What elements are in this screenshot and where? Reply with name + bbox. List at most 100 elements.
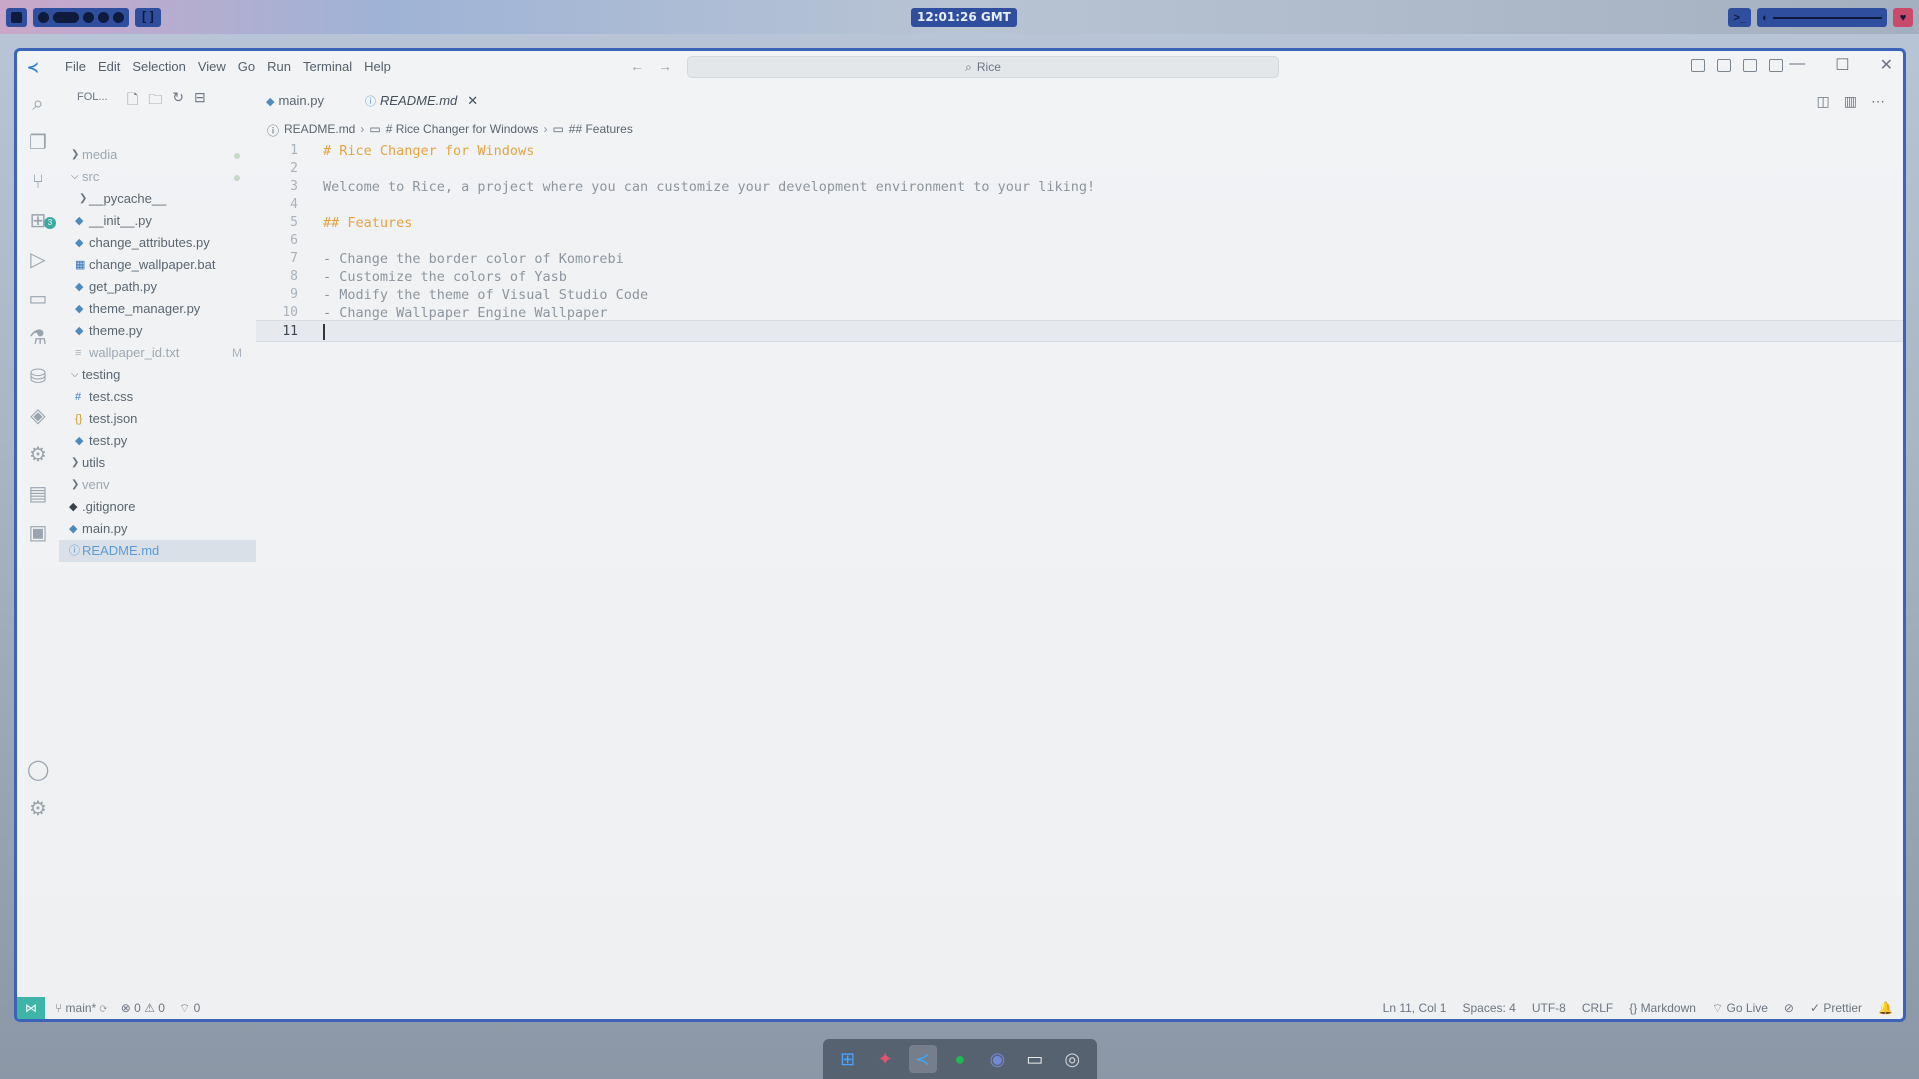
go-live-button[interactable]: ⌔ Go Live xyxy=(1712,997,1768,1019)
tree-item-init-py[interactable]: ◆ __init__.py xyxy=(59,210,256,232)
warning-icon: ⚠ xyxy=(144,1001,159,1015)
tab-main-py[interactable]: ◆ main.py xyxy=(266,83,324,118)
windows-start-icon[interactable]: ⊞ xyxy=(834,1045,862,1073)
search-icon[interactable]: ⌕ xyxy=(27,93,49,115)
workspace-dot-1[interactable] xyxy=(38,12,49,23)
menu-view[interactable]: View xyxy=(192,59,232,74)
workspace-dot-4[interactable] xyxy=(98,12,109,23)
cursor-position[interactable]: Ln 11, Col 1 xyxy=(1383,997,1447,1019)
ports-indicator[interactable]: ⌔ 0 xyxy=(179,997,200,1019)
heart-icon: ♥ xyxy=(1899,11,1907,24)
testing-icon[interactable]: ⚗ xyxy=(27,327,49,349)
minimize-icon[interactable]: — xyxy=(1789,55,1805,75)
menu-run[interactable]: Run xyxy=(261,59,297,74)
tree-item-main-py[interactable]: ◆ main.py xyxy=(59,518,256,540)
tree-item-test-py[interactable]: ◆ test.py xyxy=(59,430,256,452)
line-ending[interactable]: CRLF xyxy=(1582,997,1613,1019)
close-tab-icon[interactable]: ✕ xyxy=(467,93,478,108)
branch-indicator[interactable]: ⑂ main* ⟳ xyxy=(55,997,107,1019)
indentation[interactable]: Spaces: 4 xyxy=(1462,997,1515,1019)
book-icon[interactable]: ▤ xyxy=(27,483,49,505)
more-actions-icon[interactable]: ⋯ xyxy=(1871,93,1885,110)
tree-item-change-attributes[interactable]: ◆ change_attributes.py xyxy=(59,232,256,254)
code-editor[interactable]: 1 # Rice Changer for Windows 2 3 Welcome t… xyxy=(256,140,1903,997)
vscode-taskbar-icon[interactable]: ≺ xyxy=(908,1045,937,1073)
menu-go[interactable]: Go xyxy=(232,59,261,74)
toggle-primary-sidebar-icon[interactable] xyxy=(1691,59,1705,72)
tree-item-readme[interactable]: ⓘ README.md xyxy=(59,540,256,562)
tree-item-theme-py[interactable]: ◆ theme.py xyxy=(59,320,256,342)
run-debug-icon[interactable]: ▷ xyxy=(27,249,49,271)
menu-selection[interactable]: Selection xyxy=(126,59,191,74)
tab-readme[interactable]: ⓘ README.md ✕ xyxy=(365,83,478,118)
chat-icon[interactable]: ▣ xyxy=(27,522,49,544)
back-arrow-icon[interactable]: ← xyxy=(630,58,644,74)
explorer-icon[interactable]: ❐ xyxy=(27,132,49,154)
tree-item-pycache[interactable]: ❯ __pycache__ xyxy=(59,188,256,210)
tree-item-theme-manager[interactable]: ◆ theme_manager.py xyxy=(59,298,256,320)
wallpaper-engine-icon[interactable]: ✦ xyxy=(871,1045,899,1073)
tree-item-media[interactable]: ❯ media xyxy=(59,144,256,166)
terminal-widget[interactable]: >_ xyxy=(1728,8,1751,27)
tree-item-test-json[interactable]: {} test.json xyxy=(59,408,256,430)
toggle-secondary-sidebar-icon[interactable] xyxy=(1743,59,1757,72)
prettier-button[interactable]: ✓ Prettier xyxy=(1810,997,1862,1019)
power-widget[interactable]: ♥ xyxy=(1893,8,1913,27)
clock[interactable]: 12:01:26 GMT xyxy=(911,8,1017,27)
tree-item-get-path[interactable]: ◆ get_path.py xyxy=(59,276,256,298)
tree-item-test-css[interactable]: # test.css xyxy=(59,386,256,408)
media-widget[interactable]: ◐ xyxy=(1757,8,1887,27)
language-mode[interactable]: {} Markdown xyxy=(1629,997,1696,1019)
docker-icon[interactable]: ⚙ xyxy=(27,444,49,466)
database-icon[interactable]: ⛁ xyxy=(27,366,49,388)
gear-icon[interactable]: ⚙ xyxy=(27,798,49,820)
tree-item-wallpaper-id[interactable]: ≡ wallpaper_id.txt M xyxy=(59,342,256,364)
forward-arrow-icon[interactable]: → xyxy=(658,58,672,74)
account-icon[interactable]: ◯ xyxy=(27,759,49,781)
workspace-dot-3[interactable] xyxy=(83,12,94,23)
source-control-icon[interactable]: ⑂ xyxy=(27,171,49,193)
breadcrumb-heading-2[interactable]: ## Features xyxy=(569,122,633,139)
tree-item-venv[interactable]: ❯ venv xyxy=(59,474,256,496)
workspace-active[interactable] xyxy=(53,12,79,23)
new-file-icon[interactable]: 🗋 xyxy=(127,89,138,113)
start-widget[interactable] xyxy=(6,8,27,27)
menu-file[interactable]: File xyxy=(59,59,92,74)
encoding[interactable]: UTF-8 xyxy=(1532,997,1566,1019)
open-preview-icon[interactable]: ◫ xyxy=(1817,93,1830,110)
workspace-switcher[interactable] xyxy=(33,8,129,27)
maximize-icon[interactable]: ☐ xyxy=(1835,55,1849,75)
spotify-icon[interactable]: ● xyxy=(946,1045,974,1073)
tree-item-src[interactable]: ⌵ src xyxy=(59,166,256,188)
new-folder-icon[interactable]: 🗀 xyxy=(148,89,162,113)
breadcrumb-heading-1[interactable]: # Rice Changer for Windows xyxy=(386,122,539,139)
menu-edit[interactable]: Edit xyxy=(92,59,126,74)
remote-explorer-icon[interactable]: ▭ xyxy=(27,288,49,310)
tree-item-gitignore[interactable]: ◆ .gitignore xyxy=(59,496,256,518)
discord-icon[interactable]: ◉ xyxy=(983,1045,1011,1073)
terminal-taskbar-icon[interactable]: ▭ xyxy=(1021,1045,1049,1073)
tree-item-testing[interactable]: ⌵ testing xyxy=(59,364,256,386)
extensions-icon[interactable]: ⊞ xyxy=(27,210,49,232)
steam-icon[interactable]: ◎ xyxy=(1058,1045,1086,1073)
command-center[interactable]: ⌕ Rice xyxy=(687,56,1279,78)
menu-help[interactable]: Help xyxy=(358,59,397,74)
problems-indicator[interactable]: ⊗ 0 ⚠ 0 xyxy=(121,997,165,1019)
breadcrumb-file[interactable]: README.md xyxy=(284,122,355,139)
layers-icon[interactable]: ◈ xyxy=(27,405,49,427)
toggle-panel-icon[interactable] xyxy=(1717,59,1731,72)
tree-item-utils[interactable]: ❯ utils xyxy=(59,452,256,474)
refresh-icon[interactable]: ↻ xyxy=(172,89,184,113)
workspace-dot-5[interactable] xyxy=(113,12,124,23)
menu-terminal[interactable]: Terminal xyxy=(297,59,358,74)
collapse-all-icon[interactable]: ⊟ xyxy=(194,89,206,113)
remote-indicator-icon[interactable]: ⋈ xyxy=(17,997,45,1019)
copilot-icon[interactable]: ⊘ xyxy=(1784,997,1794,1019)
heading-icon: ▭ xyxy=(552,122,564,136)
customize-layout-icon[interactable] xyxy=(1769,59,1783,72)
tree-item-change-wallpaper[interactable]: ▦ change_wallpaper.bat xyxy=(59,254,256,276)
notifications-icon[interactable]: 🔔 xyxy=(1878,997,1893,1019)
layout-widget[interactable]: [] xyxy=(135,8,161,27)
close-icon[interactable]: ✕ xyxy=(1880,55,1893,75)
split-editor-icon[interactable]: ▥ xyxy=(1844,93,1857,110)
